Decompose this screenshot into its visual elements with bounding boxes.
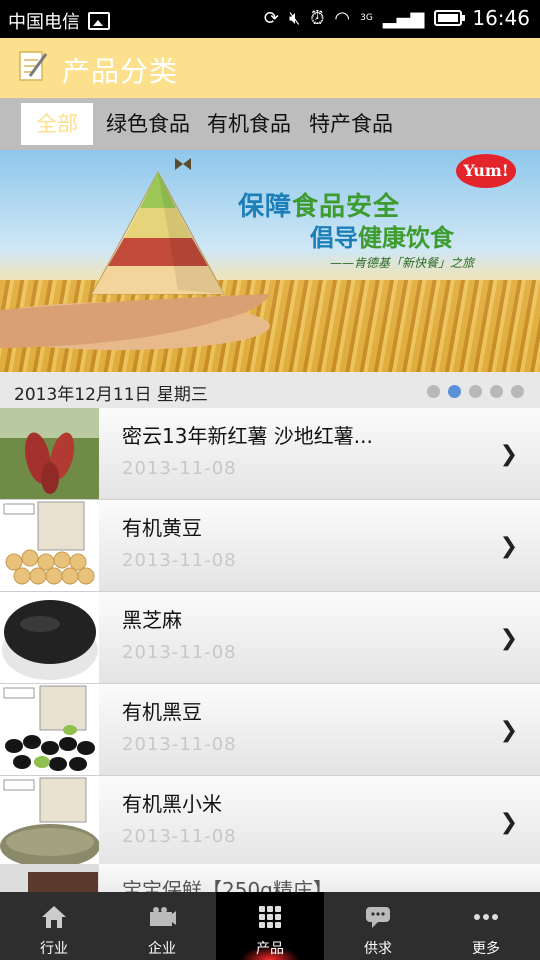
- network-type-label: 3G: [360, 13, 373, 23]
- alarm-icon: ⏰︎: [310, 7, 325, 29]
- page-title: 产品分类: [62, 55, 179, 88]
- date-bar: 2013年12月11日 星期三: [0, 372, 540, 408]
- tab-supply-demand[interactable]: 供求: [324, 892, 432, 960]
- promo-banner[interactable]: Yum! 保障食品安全 倡导健康饮食 ——肯德基「新快餐」之旅: [0, 150, 540, 372]
- slogan-line2-part1: 倡导: [310, 224, 358, 252]
- tab-label: 供求: [364, 941, 392, 957]
- tab-industry[interactable]: 行业: [0, 892, 108, 960]
- category-tab-all[interactable]: 全部: [21, 103, 93, 145]
- carrier-label: 中国电信: [8, 12, 80, 33]
- tab-label: 行业: [40, 941, 68, 957]
- tab-products[interactable]: 产品: [216, 892, 324, 960]
- tab-label: 企业: [148, 941, 176, 957]
- category-bar: 全部 绿色食品 有机食品 特产食品: [0, 98, 540, 150]
- product-list: 密云13年新红薯 沙地红薯... 2013-11-08 ❯ 有机黄豆 2013-…: [0, 408, 540, 868]
- product-date: 2013-11-08: [122, 734, 237, 755]
- product-title: 有机黑小米: [122, 792, 222, 816]
- clock: 16:46: [472, 6, 530, 30]
- banner-slogan-line2: 倡导健康饮食: [310, 218, 454, 253]
- tab-enterprise[interactable]: 企业: [108, 892, 216, 960]
- product-title: 密云13年新红薯 沙地红薯...: [122, 424, 373, 448]
- soybean-thumbnail: [0, 500, 99, 591]
- category-tab-green-food[interactable]: 绿色食品: [106, 104, 190, 144]
- product-date: 2013-11-08: [122, 642, 237, 663]
- tab-label: 产品: [256, 941, 284, 957]
- sweet-potato-thumbnail: [0, 408, 99, 499]
- sync-icon: ⟳: [263, 7, 280, 29]
- list-item[interactable]: 密云13年新红薯 沙地红薯... 2013-11-08 ❯: [0, 408, 540, 500]
- factory-icon: [150, 907, 176, 926]
- chevron-right-icon: ❯: [499, 810, 518, 835]
- status-bar: 中国电信 ⟳ 🔇︎ ⏰︎ ◠ 3G ▂▄▆ 16:46: [0, 0, 540, 38]
- carousel-dot-active[interactable]: [448, 385, 461, 398]
- list-item-partial[interactable]: 宝宝保鲜【250g精庄】: [0, 864, 540, 892]
- list-item[interactable]: 有机黄豆 2013-11-08 ❯: [0, 500, 540, 592]
- product-title: 有机黄豆: [122, 516, 202, 540]
- battery-icon: [434, 10, 466, 26]
- product-title: 宝宝保鲜【250g精庄】: [122, 878, 333, 892]
- yum-logo: Yum!: [456, 154, 516, 188]
- tab-more[interactable]: 更多: [432, 892, 540, 960]
- wifi-icon: ◠: [334, 7, 351, 29]
- partial-thumbnail: [0, 864, 99, 892]
- slogan-line1-part1: 保障: [238, 192, 293, 222]
- banner-subtitle: ——肯德基「新快餐」之旅: [330, 256, 475, 270]
- black-millet-thumbnail: [0, 776, 99, 867]
- list-item[interactable]: 有机黑小米 2013-11-08 ❯: [0, 776, 540, 868]
- signal-icon: ▂▄▆: [382, 7, 425, 29]
- black-sesame-thumbnail: [0, 592, 99, 683]
- list-item[interactable]: 黑芝麻 2013-11-08 ❯: [0, 592, 540, 684]
- product-title: 有机黑豆: [122, 700, 202, 724]
- header-bar: 产品分类: [0, 38, 540, 98]
- slogan-line2-part2: 健康饮食: [358, 224, 454, 252]
- category-tab-specialty-food[interactable]: 特产食品: [309, 104, 393, 144]
- notepad-icon: [19, 51, 48, 81]
- picture-notification-icon: [88, 12, 110, 30]
- more-icon: [474, 914, 498, 920]
- home-icon: [42, 906, 66, 928]
- product-title: 黑芝麻: [122, 608, 182, 632]
- carousel-indicator: [427, 385, 524, 398]
- chevron-right-icon: ❯: [499, 718, 518, 743]
- black-bean-thumbnail: [0, 684, 99, 775]
- chevron-right-icon: ❯: [499, 534, 518, 559]
- mute-icon: 🔇︎: [289, 7, 301, 29]
- grid-icon: [259, 906, 281, 928]
- product-date: 2013-11-08: [122, 458, 237, 479]
- tab-label: 更多: [472, 941, 500, 957]
- carousel-dot[interactable]: [511, 385, 524, 398]
- carousel-dot[interactable]: [469, 385, 482, 398]
- bottom-tab-bar: 行业 企业 产品 供求 更多: [0, 892, 540, 960]
- product-date: 2013-11-08: [122, 550, 237, 571]
- date-label: 2013年12月11日 星期三: [14, 385, 208, 405]
- list-item[interactable]: 有机黑豆 2013-11-08 ❯: [0, 684, 540, 776]
- chat-icon: [366, 907, 390, 928]
- chevron-right-icon: ❯: [499, 626, 518, 651]
- chevron-right-icon: ❯: [499, 442, 518, 467]
- carousel-dot[interactable]: [490, 385, 503, 398]
- carousel-dot[interactable]: [427, 385, 440, 398]
- category-tab-organic-food[interactable]: 有机食品: [207, 104, 291, 144]
- product-date: 2013-11-08: [122, 826, 237, 847]
